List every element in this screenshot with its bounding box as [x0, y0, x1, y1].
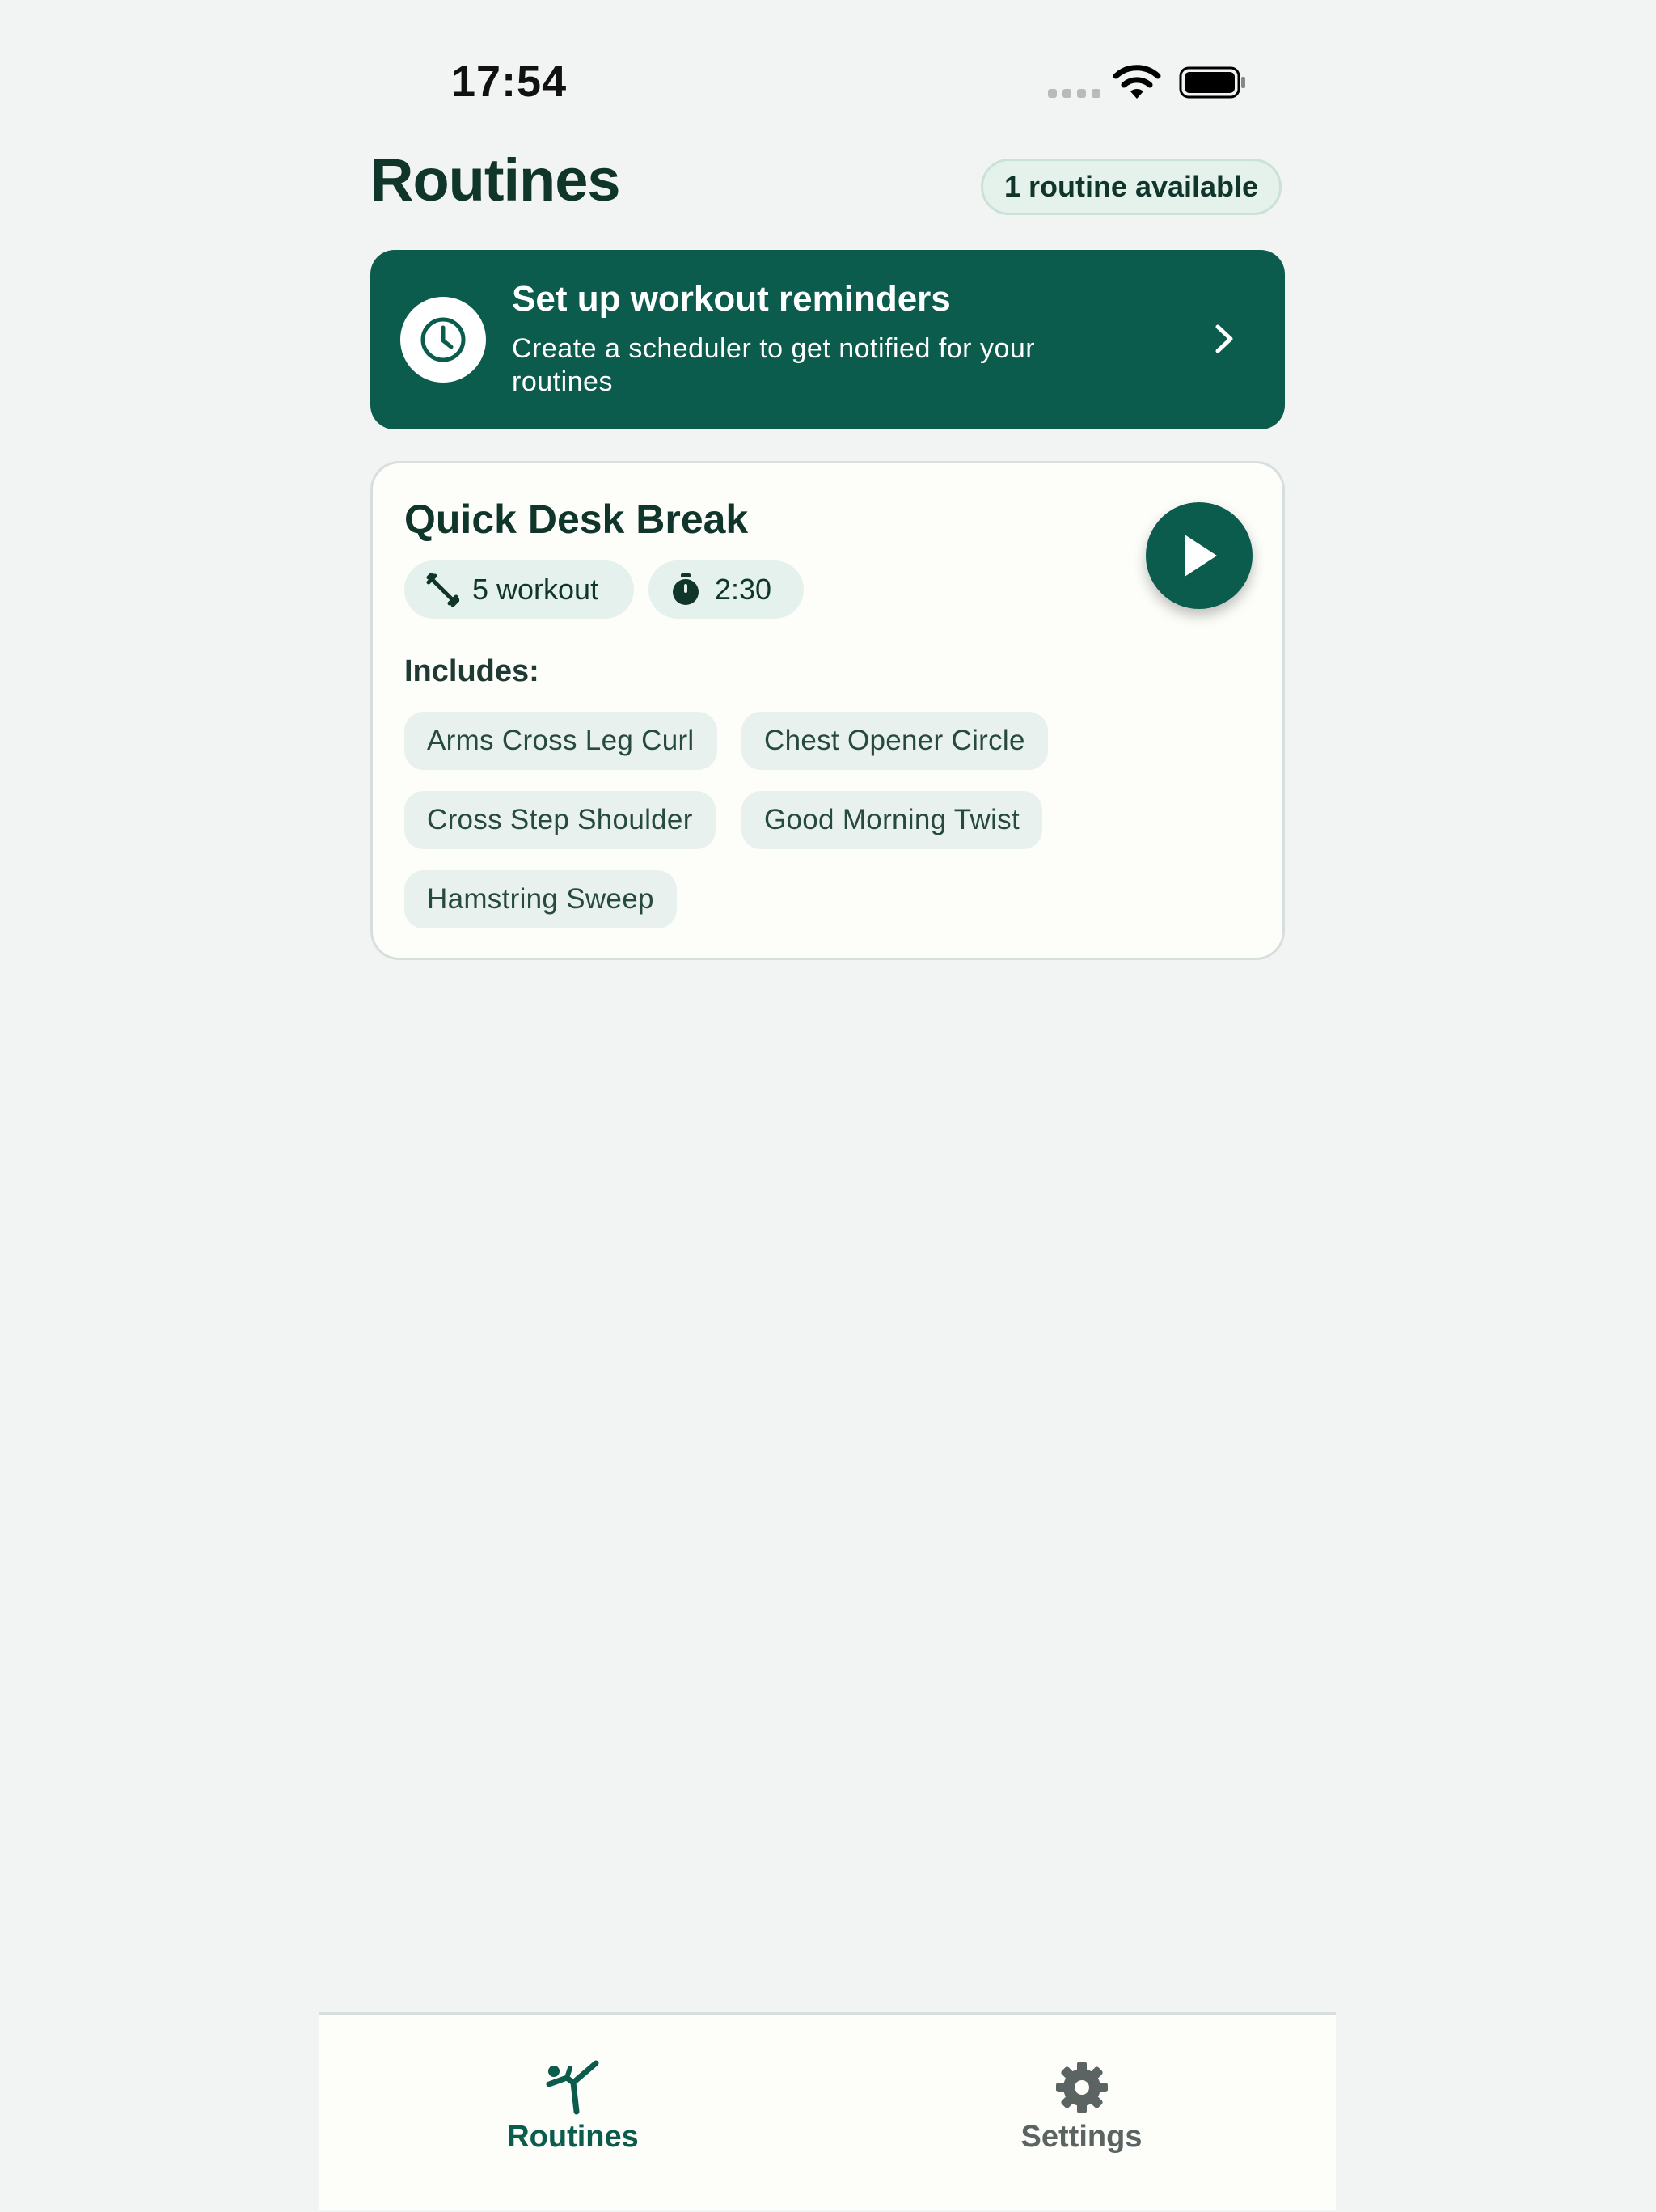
exercise-chip: Chest Opener Circle	[741, 712, 1048, 770]
exercise-chip: Cross Step Shoulder	[404, 791, 716, 849]
battery-icon	[1179, 66, 1245, 99]
tab-routines-label: Routines	[507, 2120, 639, 2154]
status-time: 17:54	[451, 57, 568, 106]
includes-label: Includes:	[404, 654, 539, 688]
exercise-chip: Good Morning Twist	[741, 791, 1043, 849]
clock-icon	[400, 297, 486, 383]
wifi-icon	[1113, 65, 1161, 99]
exercise-chip: Arms Cross Leg Curl	[404, 712, 717, 770]
chevron-right-icon	[1215, 324, 1233, 353]
page-title: Routines	[370, 146, 621, 214]
reminder-banner[interactable]: Set up workout reminders Create a schedu…	[370, 250, 1285, 429]
duration: 2:30	[715, 573, 772, 606]
stretch-figure-icon	[546, 2060, 598, 2115]
play-routine-button[interactable]	[1146, 502, 1253, 609]
stopwatch-icon	[673, 573, 699, 605]
reminder-title: Set up workout reminders	[512, 279, 951, 319]
routine-card[interactable]: Quick Desk Break 5 workout 2:30 Includes…	[370, 461, 1285, 960]
cellular-signal-icon	[1048, 89, 1100, 98]
dumbbell-icon	[426, 573, 459, 607]
gear-icon	[1055, 2062, 1108, 2113]
exercise-chip: Hamstring Sweep	[404, 870, 677, 928]
tab-settings-label: Settings	[1020, 2120, 1143, 2154]
play-icon	[1185, 535, 1217, 577]
tab-bar: Routines Settings	[319, 2012, 1336, 2210]
reminder-subtitle: Create a scheduler to get notified for y…	[512, 333, 1036, 397]
tab-settings[interactable]: Settings	[827, 2015, 1336, 2212]
status-bar: 17:54	[0, 0, 1656, 121]
workout-count-chip: 5 workout	[404, 560, 634, 619]
tab-routines[interactable]: Routines	[319, 2015, 827, 2212]
duration-chip: 2:30	[648, 560, 804, 619]
routine-name: Quick Desk Break	[404, 497, 749, 542]
routine-count-badge: 1 routine available	[981, 159, 1282, 215]
workout-count: 5 workout	[472, 573, 599, 606]
